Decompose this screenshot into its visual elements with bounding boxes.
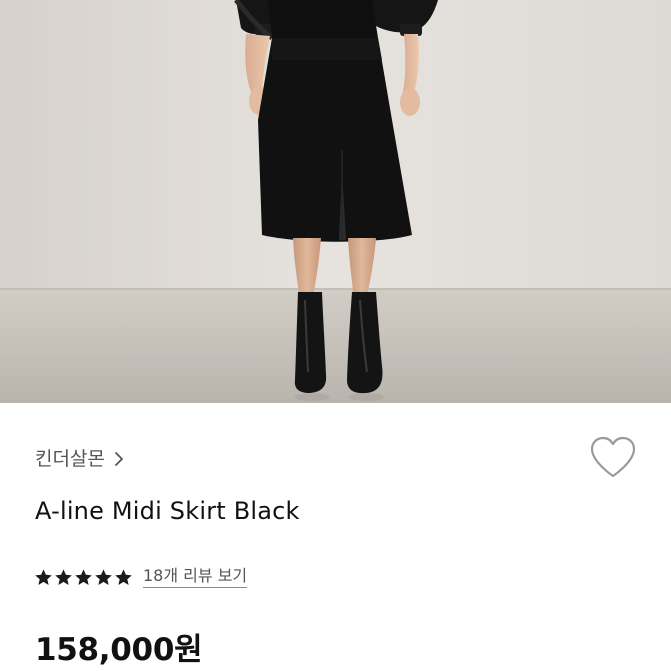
brand-name: 킨더살몬 bbox=[35, 448, 105, 470]
product-image[interactable] bbox=[0, 0, 671, 403]
rating-row: 18개 리뷰 보기 bbox=[34, 566, 248, 588]
star-icon bbox=[55, 568, 72, 585]
wishlist-button[interactable] bbox=[588, 435, 638, 481]
chevron-right-icon bbox=[114, 451, 124, 467]
star-icon bbox=[115, 568, 132, 585]
product-detail-page: 킨더살몬 A-line Midi Skirt Black 18개 리뷰 보기 1… bbox=[0, 0, 671, 671]
brand-link[interactable]: 킨더살몬 bbox=[35, 446, 124, 472]
rating-stars bbox=[34, 568, 133, 587]
heart-outline-icon bbox=[588, 435, 638, 481]
product-photo-illustration bbox=[0, 0, 671, 403]
star-icon bbox=[75, 568, 92, 585]
review-link[interactable]: 18개 리뷰 보기 bbox=[143, 566, 248, 588]
star-icon bbox=[35, 568, 52, 585]
product-price: 158,000원 bbox=[35, 632, 203, 668]
product-title: A-line Midi Skirt Black bbox=[35, 497, 300, 525]
star-icon bbox=[95, 568, 112, 585]
